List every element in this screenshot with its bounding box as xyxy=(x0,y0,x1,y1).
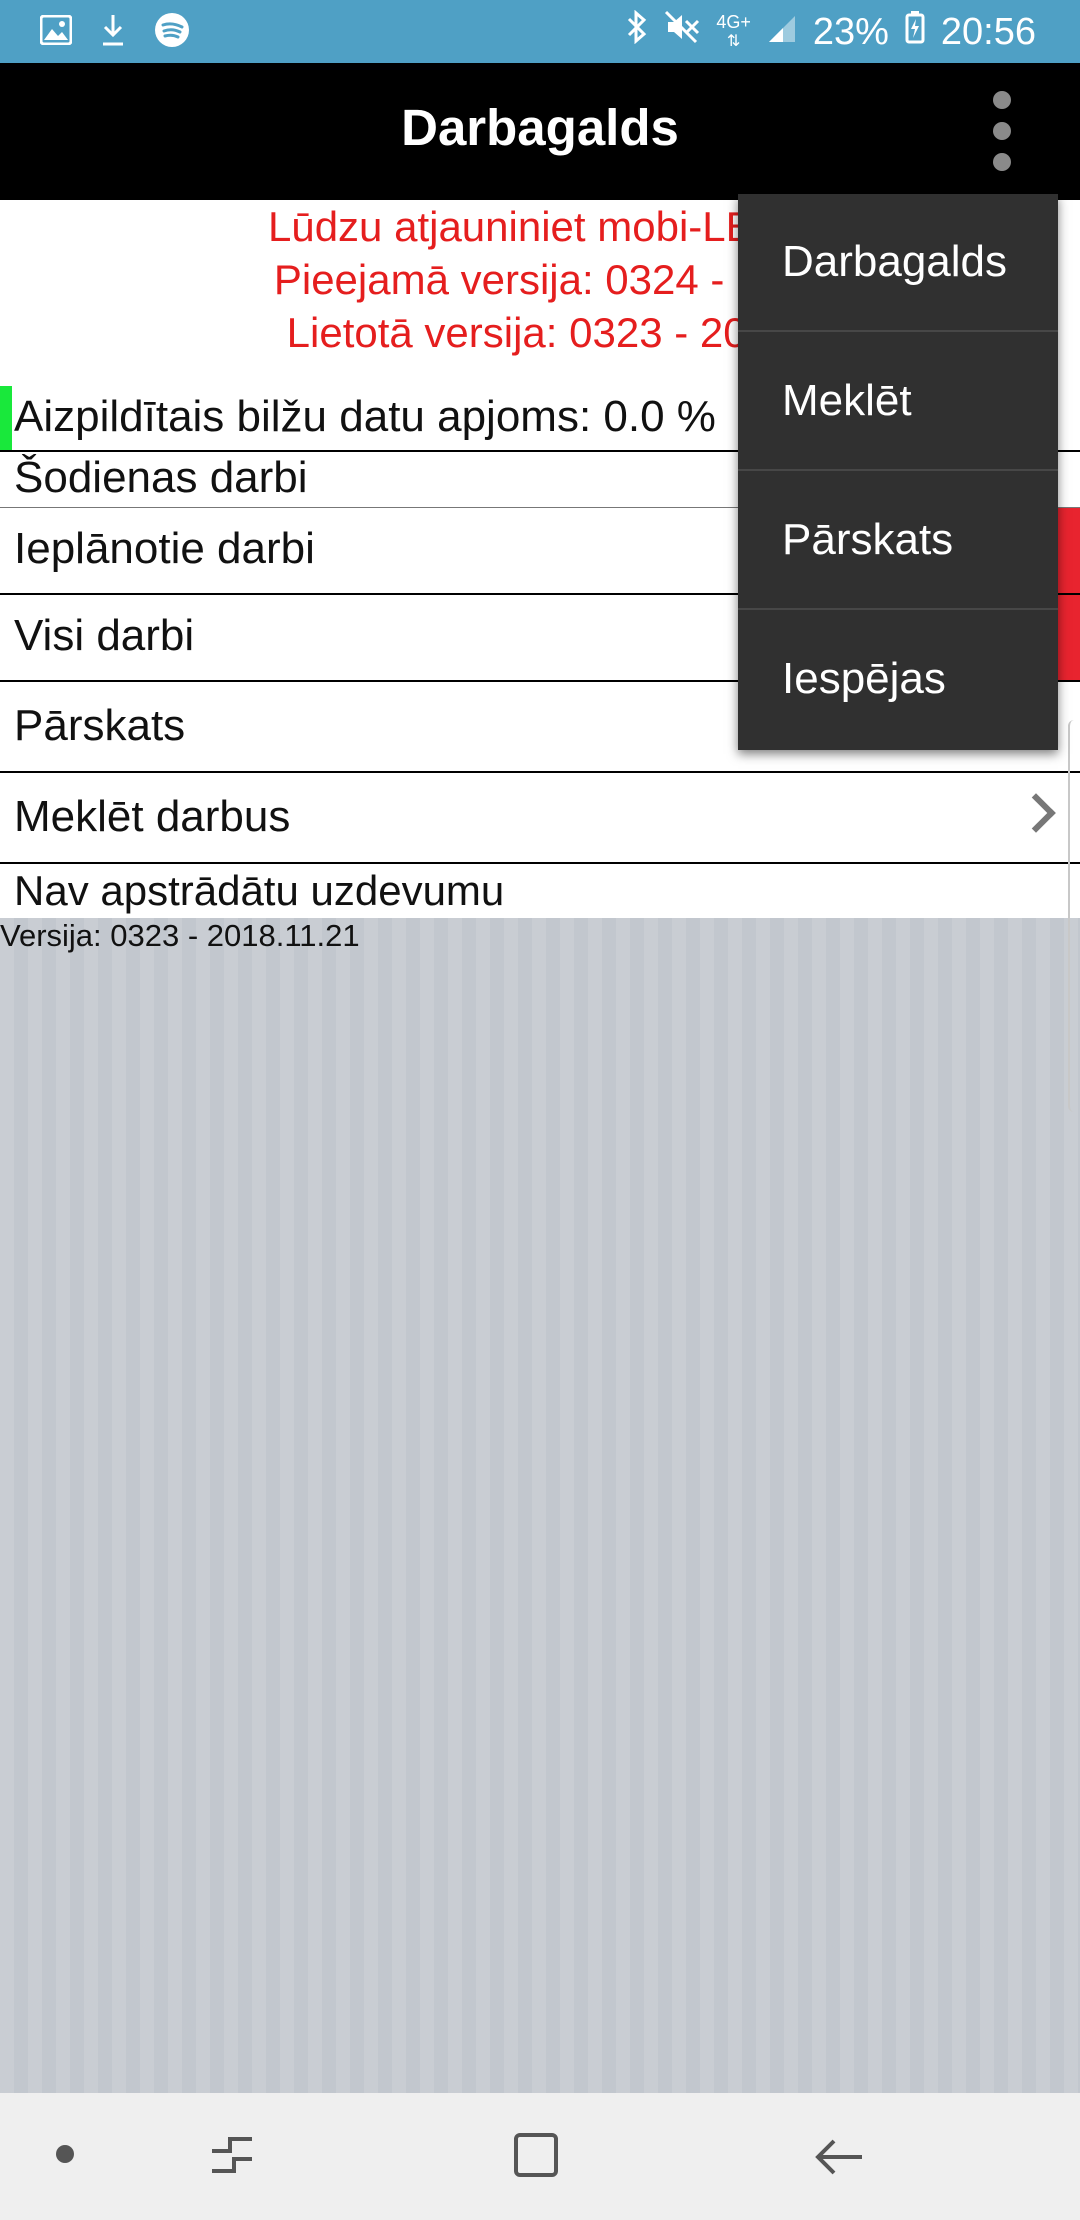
clock: 20:56 xyxy=(940,10,1036,53)
menu-item-options[interactable]: Iespējas xyxy=(738,611,1058,749)
overflow-menu: Darbagalds Meklēt Pārskats Iespējas xyxy=(738,194,1058,750)
all-jobs-badge xyxy=(1058,595,1080,680)
app-bar: Darbagalds xyxy=(0,63,1080,200)
assistant-dot-icon[interactable] xyxy=(56,2145,74,2163)
menu-item-dashboard[interactable]: Darbagalds xyxy=(738,194,1058,332)
no-tasks-status: Nav apstrādātu uzdevumu xyxy=(0,866,1080,918)
version-label: Versija: 0323 - 2018.11.21 xyxy=(0,918,360,953)
network-icon: 4G+ ⇅ xyxy=(716,12,751,50)
gallery-icon xyxy=(39,14,73,50)
search-jobs-row[interactable]: Meklēt darbus xyxy=(0,773,1080,864)
network-type-label: 4G+ xyxy=(716,12,751,32)
recent-apps-icon[interactable] xyxy=(208,2131,256,2179)
overflow-menu-button[interactable] xyxy=(980,91,1024,171)
overflow-dot-icon xyxy=(993,122,1011,140)
menu-item-search[interactable]: Meklēt xyxy=(738,333,1058,471)
empty-background xyxy=(0,918,1080,2093)
progress-indicator xyxy=(0,386,12,450)
system-nav-bar xyxy=(0,2093,1080,2220)
progress-label: Aizpildītais bilžu datu apjoms: 0.0 % xyxy=(14,392,716,441)
battery-percent: 23% xyxy=(812,10,889,53)
scroll-edge xyxy=(1068,720,1080,1112)
overflow-dot-icon xyxy=(993,91,1011,109)
today-jobs-label: Šodienas darbi xyxy=(14,453,308,502)
planned-jobs-label: Ieplānotie darbi xyxy=(14,524,315,573)
download-icon xyxy=(100,13,126,52)
bluetooth-icon xyxy=(626,9,648,54)
overview-label: Pārskats xyxy=(14,701,186,750)
all-jobs-label: Visi darbi xyxy=(14,611,195,660)
menu-item-overview[interactable]: Pārskats xyxy=(738,472,1058,610)
chevron-right-icon xyxy=(1016,793,1056,833)
search-jobs-label: Meklēt darbus xyxy=(14,792,291,841)
app-title: Darbagalds xyxy=(401,99,679,156)
back-icon[interactable] xyxy=(810,2127,870,2187)
signal-icon xyxy=(767,11,797,54)
home-icon[interactable] xyxy=(514,2133,558,2177)
planned-jobs-badge xyxy=(1058,508,1080,593)
battery-icon xyxy=(905,10,925,54)
mute-icon xyxy=(664,10,700,54)
spotify-icon xyxy=(154,12,190,53)
status-bar: 4G+ ⇅ 23% 20:56 xyxy=(0,0,1080,63)
overflow-dot-icon xyxy=(993,153,1011,171)
